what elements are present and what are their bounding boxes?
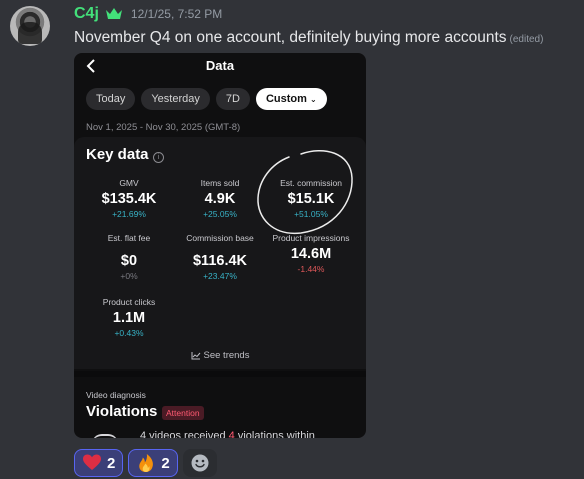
message-header: C4j 12/1/25, 7:52 PM: [74, 5, 222, 23]
message-text: November Q4 on one account, definitely b…: [74, 29, 543, 47]
metric-est-flat-fee: Est. flat fee $0 +0%: [86, 233, 172, 281]
metric-change: -1.44%: [297, 264, 325, 274]
metric-change: +23.47%: [203, 271, 237, 281]
hand-drawn-circle: [257, 150, 353, 234]
crown-icon: [105, 8, 122, 19]
metric-change: +0.43%: [114, 328, 144, 338]
metric-product-clicks: Product clicks 1.1M +0.43%: [86, 297, 172, 338]
key-data-title: Key data: [86, 146, 149, 163]
metric-change: +0%: [120, 271, 138, 281]
tab-7d: 7D: [215, 88, 250, 110]
screenshot-title: Data: [205, 58, 235, 73]
metric-value: 14.6M: [290, 246, 332, 262]
timestamp: 12/1/25, 7:52 PM: [130, 7, 223, 21]
see-trends-link: See trends: [74, 350, 366, 361]
info-icon: i: [153, 152, 164, 163]
summary-prefix: 4 videos received: [140, 430, 229, 438]
tab-yesterday: Yesterday: [141, 88, 210, 110]
metric-value: 1.1M: [112, 310, 146, 326]
edited-label: (edited): [509, 34, 544, 45]
tab-custom-label: Custom: [265, 93, 307, 105]
video-diagnosis-label: Video diagnosis: [86, 390, 146, 400]
metric-label: Est. flat fee: [107, 233, 151, 243]
metric-label: Product clicks: [102, 297, 156, 307]
summary-suffix: violations within: [234, 430, 315, 438]
message-body: November Q4 on one account, definitely b…: [74, 29, 507, 46]
metric-change: +21.69%: [112, 209, 146, 219]
user-avatar[interactable]: [10, 6, 50, 46]
metric-value: $116.4K: [192, 253, 248, 269]
metric-label: GMV: [119, 178, 139, 188]
smiley-icon: [191, 454, 209, 472]
screenshot-topbar: Data: [74, 53, 366, 79]
fire-icon: [139, 454, 154, 472]
add-reaction-button[interactable]: [182, 449, 217, 477]
reaction-count: 2: [161, 454, 170, 472]
date-tabs: Today Yesterday 7D Custom ⌄: [86, 88, 327, 110]
violations-title: Violations: [86, 403, 158, 420]
reaction-count: 2: [107, 454, 116, 472]
metric-value: $0: [120, 253, 138, 269]
tab-custom: Custom ⌄: [255, 88, 327, 110]
violations-summary: 4 videos received 4 violations within: [140, 430, 315, 438]
reaction-heart[interactable]: 2: [74, 449, 124, 477]
attached-screenshot[interactable]: Data Today Yesterday 7D Custom ⌄ Nov 1, …: [74, 53, 366, 438]
attention-badge: Attention: [162, 406, 204, 420]
see-trends-label: See trends: [203, 350, 250, 361]
reactions-bar: 2 2: [74, 449, 217, 477]
date-range: Nov 1, 2025 - Nov 30, 2025 (GMT-8): [86, 122, 241, 133]
metric-value: $135.4K: [101, 191, 157, 207]
chevron-down-icon: ⌄: [309, 95, 317, 104]
video-icon: [92, 434, 118, 438]
reaction-fire[interactable]: 2: [128, 449, 178, 477]
section-divider: [74, 371, 366, 377]
metric-gmv: GMV $135.4K +21.69%: [86, 178, 172, 219]
tab-today: Today: [86, 88, 136, 110]
username[interactable]: C4j: [74, 5, 99, 23]
chart-icon: [191, 351, 200, 360]
heart-icon: [83, 454, 101, 470]
